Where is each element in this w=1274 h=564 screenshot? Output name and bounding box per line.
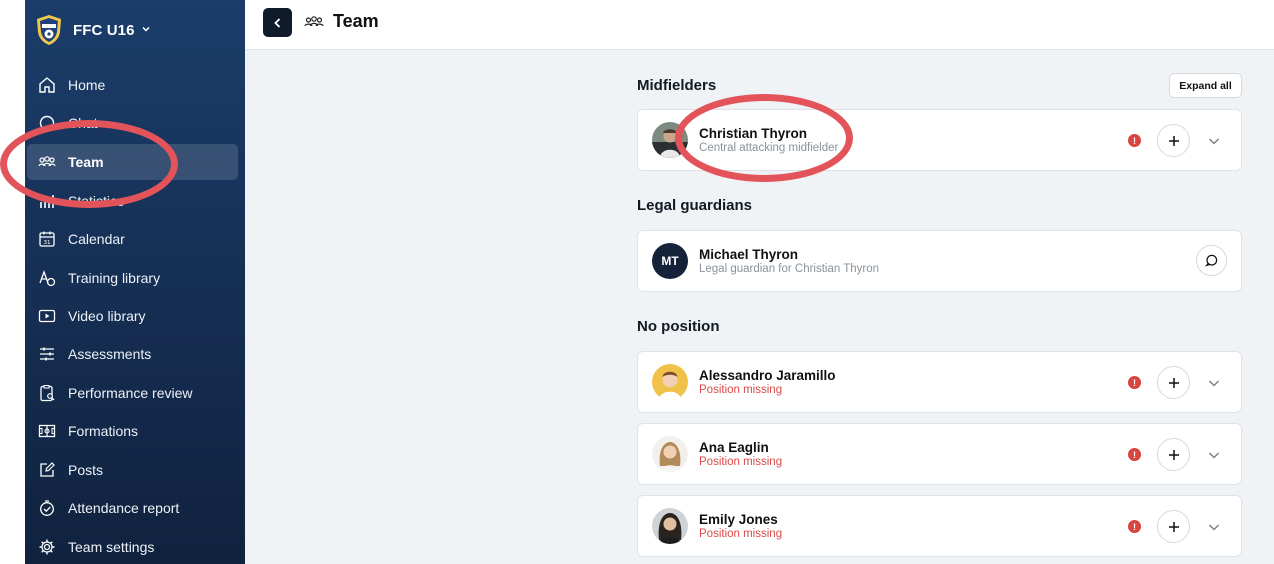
message-button[interactable]	[1196, 245, 1227, 276]
sidebar-item-label: Training library	[68, 270, 161, 286]
sidebar-item-training-library[interactable]: Training library	[27, 260, 238, 296]
sidebar-item-label: Calendar	[68, 231, 125, 247]
avatar	[652, 508, 688, 544]
sidebar-item-label: Team settings	[68, 539, 155, 555]
attendance-report-icon	[38, 499, 56, 517]
position-missing-label: Position missing	[699, 384, 783, 396]
expand-row-button[interactable]	[1205, 374, 1223, 392]
player-card[interactable]: Alessandro Jaramillo Position missing !	[637, 351, 1242, 413]
sidebar-item-label: Chat	[68, 115, 98, 131]
sidebar-item-statistics[interactable]: Statistics	[27, 183, 238, 219]
expand-row-button[interactable]	[1205, 132, 1223, 150]
chevron-down-icon	[141, 24, 151, 37]
main-content: Midfielders Expand all Christian Thyron …	[245, 50, 1274, 564]
sidebar-item-performance-review[interactable]: Performance review	[27, 375, 238, 411]
sidebar-item-formations[interactable]: Formations	[27, 413, 238, 449]
posts-icon	[38, 461, 56, 479]
training-library-icon	[38, 269, 56, 287]
expand-row-button[interactable]	[1205, 518, 1223, 536]
avatar: MT	[652, 243, 688, 279]
sidebar-item-home[interactable]: Home	[27, 67, 238, 103]
sidebar-item-label: Assessments	[68, 346, 152, 362]
chevron-down-icon	[1208, 524, 1220, 531]
home-icon	[38, 76, 56, 94]
avatar	[652, 364, 688, 400]
sidebar-item-team-settings[interactable]: Team settings	[27, 529, 238, 564]
formations-icon	[38, 422, 56, 440]
add-button[interactable]	[1157, 510, 1190, 543]
add-button[interactable]	[1157, 366, 1190, 399]
add-button[interactable]	[1157, 438, 1190, 471]
chevron-left-icon	[273, 17, 280, 28]
player-position: Central attacking midfielder	[699, 142, 839, 154]
plus-icon	[1168, 521, 1179, 532]
page-title: Team	[333, 11, 379, 31]
sidebar-item-label: Home	[68, 77, 106, 93]
team-icon	[304, 16, 324, 27]
section-title-legal-guardians: Legal guardians	[637, 197, 753, 214]
sidebar-item-label: Attendance report	[68, 500, 180, 516]
expand-all-button[interactable]: Expand all	[1169, 73, 1242, 98]
team-crest-icon	[37, 15, 61, 45]
team-switcher[interactable]: FFC U16	[36, 12, 151, 48]
avatar	[652, 122, 688, 158]
sidebar-item-label: Video library	[68, 308, 146, 324]
player-name: Emily Jones	[699, 512, 778, 527]
chevron-down-icon	[1208, 138, 1220, 145]
avatar	[652, 436, 688, 472]
back-button[interactable]	[263, 8, 292, 37]
player-card[interactable]: Ana Eaglin Position missing !	[637, 423, 1242, 485]
calendar-icon: 31	[38, 230, 56, 248]
chat-icon	[38, 114, 56, 132]
sidebar-item-label: Formations	[68, 423, 139, 439]
alert-icon: !	[1128, 376, 1141, 389]
gear-icon	[38, 538, 56, 556]
chat-bubble-icon	[1205, 254, 1218, 267]
sidebar-item-attendance-report[interactable]: Attendance report	[27, 490, 238, 526]
statistics-icon	[38, 192, 56, 210]
page-header: Team	[245, 0, 1274, 50]
sidebar-item-chat[interactable]: Chat	[27, 105, 238, 141]
team-icon	[38, 153, 56, 171]
player-name: Alessandro Jaramillo	[699, 368, 836, 383]
plus-icon	[1168, 377, 1179, 388]
video-library-icon	[38, 307, 56, 325]
position-missing-label: Position missing	[699, 528, 783, 540]
chevron-down-icon	[1208, 452, 1220, 459]
sidebar-item-posts[interactable]: Posts	[27, 452, 238, 488]
plus-icon	[1168, 135, 1179, 146]
player-card[interactable]: Christian Thyron Central attacking midfi…	[637, 109, 1242, 171]
alert-icon: !	[1128, 448, 1141, 461]
sidebar-item-video-library[interactable]: Video library	[27, 298, 238, 334]
app-root: FFC U16 Home Chat Team Statistics 31 Cal…	[0, 0, 1274, 564]
alert-icon: !	[1128, 520, 1141, 533]
player-card[interactable]: Emily Jones Position missing !	[637, 495, 1242, 557]
expand-row-button[interactable]	[1205, 446, 1223, 464]
plus-icon	[1168, 449, 1179, 460]
position-missing-label: Position missing	[699, 456, 783, 468]
assessments-icon	[38, 345, 56, 363]
section-title-midfielders: Midfielders	[637, 77, 717, 94]
section-title-no-position: No position	[637, 318, 720, 335]
guardian-name: Michael Thyron	[699, 247, 799, 262]
guardian-subtitle: Legal guardian for Christian Thyron	[699, 263, 880, 275]
sidebar-item-calendar[interactable]: 31 Calendar	[27, 221, 238, 257]
sidebar: FFC U16 Home Chat Team Statistics 31 Cal…	[25, 0, 245, 564]
player-name: Ana Eaglin	[699, 440, 769, 455]
sidebar-item-label: Team	[68, 154, 104, 170]
player-name: Christian Thyron	[699, 126, 808, 141]
add-button[interactable]	[1157, 124, 1190, 157]
chevron-down-icon	[1208, 380, 1220, 387]
alert-icon: !	[1128, 134, 1141, 147]
team-name: FFC U16	[73, 21, 135, 39]
sidebar-item-label: Performance review	[68, 385, 193, 401]
guardian-card[interactable]: MT Michael Thyron Legal guardian for Chr…	[637, 230, 1242, 292]
performance-review-icon	[38, 384, 56, 402]
sidebar-item-team[interactable]: Team	[27, 144, 238, 180]
sidebar-item-label: Posts	[68, 462, 104, 478]
svg-text:31: 31	[44, 240, 51, 246]
sidebar-item-assessments[interactable]: Assessments	[27, 336, 238, 372]
sidebar-item-label: Statistics	[68, 193, 125, 209]
